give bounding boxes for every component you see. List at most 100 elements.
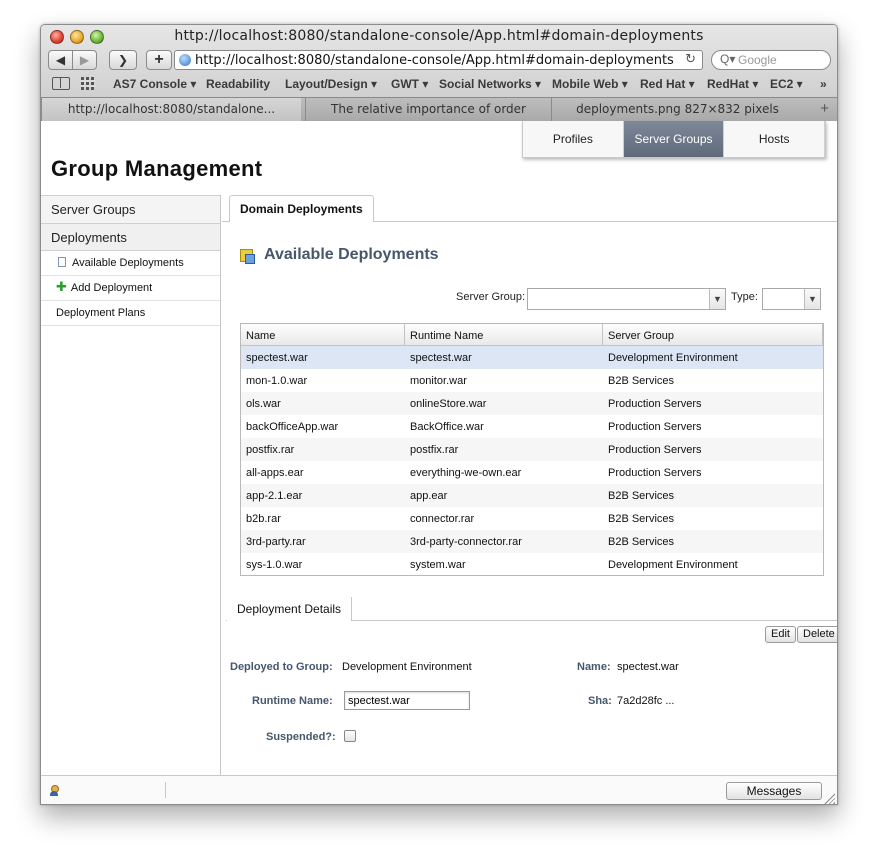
bookmark-readability[interactable]: Readability <box>206 77 270 91</box>
cell-name: 3rd-party.rar <box>246 536 306 548</box>
bookmark-social-networks[interactable]: Social Networks ▾ <box>439 77 541 91</box>
resize-grip-icon[interactable] <box>824 793 835 804</box>
bookmarks-book-icon[interactable] <box>52 77 70 90</box>
sidebar-section-server-groups[interactable]: Server Groups <box>41 195 220 223</box>
sidebar-item-label: Deployment Plans <box>56 307 146 319</box>
runtime-name-label: Runtime Name: <box>252 695 333 707</box>
edit-button[interactable]: Edit <box>765 626 796 643</box>
url-field[interactable]: http://localhost:8080/standalone-console… <box>174 50 703 70</box>
suspended-checkbox[interactable] <box>344 730 356 742</box>
cell-name: all-apps.ear <box>246 467 304 479</box>
user-icon[interactable] <box>50 785 59 796</box>
search-field[interactable]: Q▾ Google <box>711 50 831 70</box>
sidebar-section-deployments[interactable]: Deployments <box>41 223 220 251</box>
tab-domain-deployments[interactable]: Domain Deployments <box>229 195 374 222</box>
cell-name: sys-1.0.war <box>246 559 303 571</box>
cell-runtime-name: app.ear <box>410 490 448 502</box>
bookmark-red-hat[interactable]: Red Hat ▾ <box>640 77 695 91</box>
sidebar-item-deployment-plans[interactable]: Deployment Plans <box>41 301 220 326</box>
browser-tab-console[interactable]: http://localhost:8080/standalone... <box>41 98 301 121</box>
cell-server-group: B2B Services <box>608 490 675 502</box>
column-header-server-group[interactable]: Server Group <box>603 324 823 345</box>
server-group-label: Server Group: <box>456 291 526 303</box>
delete-button[interactable]: Delete <box>797 626 837 643</box>
plus-icon: ✚ <box>56 279 67 294</box>
bookmark-mobile-web[interactable]: Mobile Web ▾ <box>552 77 628 91</box>
nav-profiles[interactable]: Profiles <box>523 121 624 157</box>
bookmarks-overflow[interactable]: » <box>820 77 827 91</box>
cell-runtime-name: onlineStore.war <box>410 398 487 410</box>
column-header-name[interactable]: Name <box>241 324 405 345</box>
browser-tabs: http://localhost:8080/standalone... The … <box>41 97 837 121</box>
sidebar: Server Groups Deployments Available Depl… <box>41 195 221 775</box>
column-header-runtime-name[interactable]: Runtime Name <box>405 324 603 345</box>
messages-button[interactable]: Messages <box>726 782 822 800</box>
browser-tab-image[interactable]: deployments.png 827×832 pixels <box>551 98 803 121</box>
top-sites-grid-icon[interactable] <box>81 77 96 90</box>
bookmark-gwt[interactable]: GWT ▾ <box>391 77 428 91</box>
table-row[interactable]: ols.war onlineStore.war Production Serve… <box>241 392 823 415</box>
sidebar-item-label: Add Deployment <box>70 282 153 294</box>
bookmark-layout-design[interactable]: Layout/Design ▾ <box>285 77 377 91</box>
cell-runtime-name: spectest.war <box>410 352 472 364</box>
table-row[interactable]: app-2.1.ear app.ear B2B Services <box>241 484 823 507</box>
deployments-icon <box>240 247 256 264</box>
name-value: spectest.war <box>617 661 679 673</box>
sidebar-item-label: Available Deployments <box>72 257 184 269</box>
chevron-down-icon: ▼ <box>709 289 725 309</box>
add-bookmark-button[interactable]: + <box>146 50 172 70</box>
chevron-down-icon: ▼ <box>804 289 820 309</box>
table-row[interactable]: postfix.rar postfix.rar Production Serve… <box>241 438 823 461</box>
new-tab-button[interactable]: + <box>820 100 829 117</box>
details-tab-bar: Deployment Details <box>226 597 837 621</box>
table-row[interactable]: spectest.war spectest.war Development En… <box>241 346 823 369</box>
table-row[interactable]: b2b.rar connector.rar B2B Services <box>241 507 823 530</box>
cell-server-group: Production Servers <box>608 398 702 410</box>
sidebar-item-add-deployment[interactable]: ✚ Add Deployment <box>41 276 220 301</box>
reader-button[interactable]: ❯ <box>109 50 137 70</box>
forward-button[interactable]: ▶ <box>72 50 97 70</box>
browser-window: http://localhost:8080/standalone-console… <box>40 24 838 805</box>
table-header-row: Name Runtime Name Server Group <box>241 324 823 346</box>
window-title: http://localhost:8080/standalone-console… <box>174 28 704 44</box>
reload-icon[interactable]: ↻ <box>685 52 696 67</box>
content-tab-bar: Domain Deployments <box>222 195 837 222</box>
sidebar-item-available-deployments[interactable]: Available Deployments <box>41 251 220 276</box>
footer-divider <box>165 782 166 798</box>
browser-tab-article[interactable]: The relative importance of order <box>305 98 551 121</box>
runtime-name-input[interactable] <box>344 691 470 710</box>
back-button[interactable]: ◀ <box>48 50 73 70</box>
cell-server-group: B2B Services <box>608 536 675 548</box>
page-title: Group Management <box>51 156 263 181</box>
bookmark-ec2[interactable]: EC2 ▾ <box>770 77 803 91</box>
cell-runtime-name: postfix.rar <box>410 444 459 456</box>
suspended-label: Suspended?: <box>266 731 336 743</box>
table-row[interactable]: all-apps.ear everything-we-own.ear Produ… <box>241 461 823 484</box>
server-group-select[interactable]: ▼ <box>527 288 726 310</box>
cell-name: postfix.rar <box>246 444 295 456</box>
available-deployments-header: Available Deployments <box>240 246 439 264</box>
tab-deployment-details[interactable]: Deployment Details <box>227 597 353 621</box>
cell-server-group: Production Servers <box>608 444 702 456</box>
sha-label: Sha: <box>588 695 612 707</box>
type-select[interactable]: ▼ <box>762 288 821 310</box>
section-title: Available Deployments <box>264 246 439 263</box>
bookmark-redhat[interactable]: RedHat ▾ <box>707 77 758 91</box>
bookmark-as7-console[interactable]: AS7 Console ▾ <box>113 77 196 91</box>
table-row[interactable]: sys-1.0.war system.war Development Envir… <box>241 553 823 576</box>
nav-hosts[interactable]: Hosts <box>724 121 826 157</box>
cell-name: backOfficeApp.war <box>246 421 339 433</box>
footer: Messages <box>41 775 837 804</box>
cell-server-group: B2B Services <box>608 513 675 525</box>
cell-runtime-name: monitor.war <box>410 375 467 387</box>
nav-server-groups[interactable]: Server Groups <box>623 121 725 157</box>
table-row[interactable]: backOfficeApp.war BackOffice.war Product… <box>241 415 823 438</box>
cell-server-group: Production Servers <box>608 421 702 433</box>
deployments-table: Name Runtime Name Server Group spectest.… <box>240 323 824 576</box>
browser-chrome: http://localhost:8080/standalone-console… <box>41 25 837 121</box>
type-label: Type: <box>731 291 758 303</box>
table-row[interactable]: mon-1.0.war monitor.war B2B Services <box>241 369 823 392</box>
globe-icon <box>179 54 191 66</box>
cell-server-group: Production Servers <box>608 467 702 479</box>
table-row[interactable]: 3rd-party.rar 3rd-party-connector.rar B2… <box>241 530 823 553</box>
